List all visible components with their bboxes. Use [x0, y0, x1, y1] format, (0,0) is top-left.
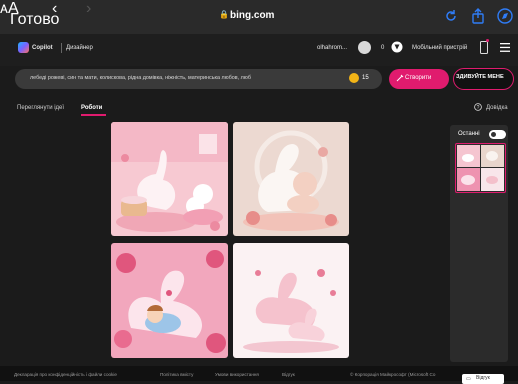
prompt-text[interactable]: лебеді рожеві, син та мати, колискова, р… [30, 75, 251, 81]
copilot-logo-icon [18, 42, 29, 53]
text-size-button[interactable]: ᴀA [0, 0, 19, 18]
mobile-device-icon[interactable] [480, 41, 488, 54]
feedback-icon: ▭ [466, 376, 471, 382]
active-tab-indicator [81, 114, 106, 116]
share-icon[interactable] [469, 7, 487, 25]
lock-icon: 🔒 [219, 10, 229, 19]
reload-icon[interactable] [442, 7, 460, 25]
compass-icon[interactable] [496, 7, 514, 25]
generated-image-3[interactable] [111, 243, 228, 358]
tab-creations[interactable]: Роботи [81, 105, 102, 111]
back-icon[interactable]: ‹ [52, 0, 57, 18]
user-name[interactable]: olhahrom... [317, 45, 347, 51]
boost-count: 15 [362, 75, 369, 81]
tab-explore-ideas[interactable]: Переглянути ідеї [17, 105, 64, 111]
recent-title: Останні [458, 131, 480, 137]
section-name: Дизайнер [66, 45, 93, 51]
help-icon[interactable]: ? [474, 103, 482, 111]
forward-icon[interactable]: › [86, 0, 91, 18]
recent-thumbnail[interactable] [455, 143, 506, 193]
address-bar[interactable]: bing.com [230, 10, 274, 21]
rewards-trophy-icon[interactable] [391, 41, 403, 53]
create-button-label[interactable]: Створити [405, 75, 431, 81]
svg-text:?: ? [477, 105, 480, 111]
generated-image-4[interactable] [233, 243, 349, 358]
header-divider [61, 43, 62, 53]
hamburger-menu-icon[interactable] [500, 43, 510, 52]
copyright-text: © Корпорація Майкрософт (Microsoft Co [350, 372, 436, 377]
content-policy-link[interactable]: Політика вмісту [160, 372, 193, 377]
notification-dot [486, 39, 489, 42]
mobile-device-label[interactable]: Мобільний пристрій [412, 45, 467, 51]
feedback-button-label[interactable]: Відгук [476, 375, 490, 381]
feedback-link[interactable]: Відгук [282, 372, 295, 377]
generated-image-2[interactable] [233, 122, 349, 236]
boost-coin-icon [349, 73, 359, 83]
recent-toggle-knob [491, 132, 496, 137]
generated-image-1[interactable] [111, 122, 228, 236]
terms-link[interactable]: Умови використання [215, 372, 259, 377]
create-wand-icon [396, 74, 404, 82]
surprise-me-label[interactable]: ЗДИВУЙТЕ МЕНЕ [456, 74, 504, 80]
help-link[interactable]: Довідка [486, 105, 508, 111]
avatar[interactable] [358, 41, 371, 54]
privacy-link[interactable]: Декларація про конфіденційність і файли … [14, 372, 117, 377]
brand-name[interactable]: Copilot [32, 45, 53, 51]
rewards-count: 0 [381, 45, 385, 51]
